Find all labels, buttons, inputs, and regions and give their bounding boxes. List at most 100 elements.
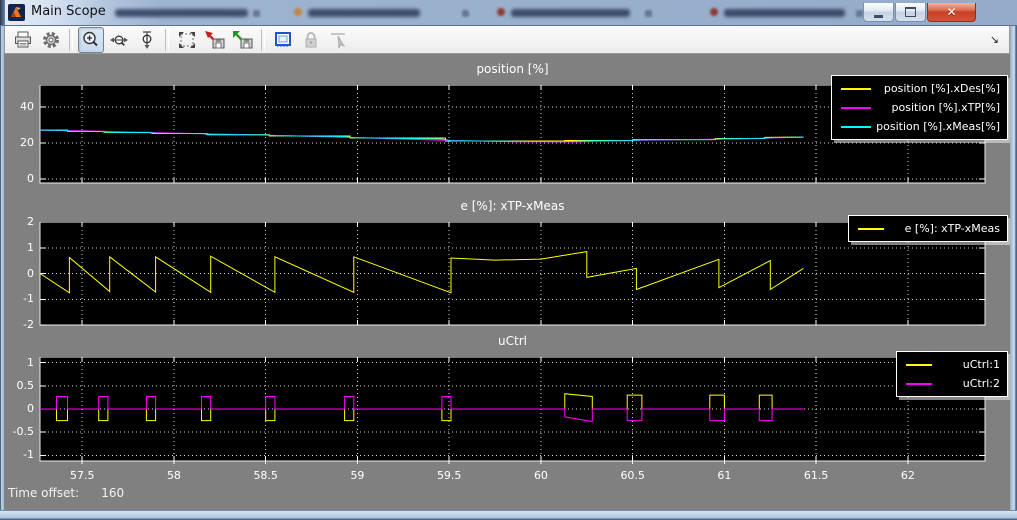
x-tick-label: 60.5 bbox=[611, 469, 655, 482]
y-tick-label: 0 bbox=[2, 267, 34, 280]
scope-window: { "window": { "title": "Main Scope" }, "… bbox=[0, 0, 1017, 520]
y-tick-label: 0 bbox=[2, 402, 34, 415]
gear-icon bbox=[41, 30, 61, 50]
restore-axes-icon bbox=[232, 30, 254, 50]
y-tick-label: 0.5 bbox=[2, 379, 34, 392]
legend-label: position [%].xMeas[%] bbox=[876, 120, 1000, 133]
status-bar: Time offset: 160 bbox=[8, 486, 124, 500]
zoom-y-icon bbox=[137, 30, 157, 50]
legend-label: position [%].xDes[%] bbox=[884, 82, 1000, 95]
signal-pointer-icon bbox=[329, 30, 349, 50]
legend-line-sample bbox=[841, 107, 871, 109]
legend-line-sample bbox=[841, 126, 871, 128]
matlab-icon bbox=[8, 4, 25, 21]
title-bar[interactable]: Main Scope ✕ bbox=[0, 0, 1017, 26]
legend-label: position [%].xTP[%] bbox=[892, 101, 1001, 114]
legend-line-sample bbox=[906, 383, 932, 385]
toolbar-overflow-icon[interactable]: ↘ bbox=[990, 33, 999, 46]
y-tick-label: 2 bbox=[2, 215, 34, 228]
plot-title: uCtrl bbox=[40, 334, 985, 348]
lock-axes-button[interactable] bbox=[298, 27, 324, 53]
tab-close-icon bbox=[645, 10, 652, 17]
toolbar-separator bbox=[69, 29, 73, 51]
legend-entry: e [%]: xTP-xMeas bbox=[858, 219, 1000, 238]
scope-plot-area[interactable]: Time offset:160 position [%]02040positio… bbox=[0, 54, 1017, 510]
time-offset-value: 160 bbox=[101, 486, 124, 500]
x-tick-label: 58.5 bbox=[244, 469, 288, 482]
x-tick-label: 61 bbox=[702, 469, 746, 482]
zoom-button[interactable] bbox=[78, 27, 104, 53]
zoom-y-button[interactable] bbox=[134, 27, 160, 53]
restore-axes-button[interactable] bbox=[230, 27, 256, 53]
window-border-left bbox=[0, 25, 4, 520]
tab-favicon bbox=[497, 8, 505, 16]
toolbar-separator bbox=[261, 29, 265, 51]
window-border-right bbox=[1010, 25, 1017, 520]
window-corner bbox=[0, 0, 5, 25]
window-title: Main Scope bbox=[31, 4, 106, 19]
plot-title: e [%]: xTP-xMeas bbox=[40, 199, 985, 213]
legend-entry: position [%].xTP[%] bbox=[841, 98, 1000, 117]
y-tick-label: -2 bbox=[2, 318, 34, 331]
maximize-button[interactable] bbox=[895, 3, 926, 22]
tab-favicon bbox=[710, 8, 718, 16]
legend-line-sample bbox=[858, 228, 884, 230]
zoom-in-icon bbox=[81, 30, 101, 50]
tab-favicon bbox=[294, 8, 302, 16]
background-tab bbox=[308, 9, 420, 17]
y-tick-label: 1 bbox=[2, 356, 34, 369]
print-button[interactable] bbox=[10, 27, 36, 53]
background-tab bbox=[115, 9, 248, 17]
time-offset-label: Time offset: bbox=[8, 486, 79, 500]
legend-label: uCtrl:2 bbox=[963, 377, 1000, 390]
lock-icon bbox=[301, 30, 321, 50]
y-tick-label: 40 bbox=[2, 100, 34, 113]
legend-line-sample bbox=[906, 364, 932, 366]
x-tick-label: 60 bbox=[519, 469, 563, 482]
maximize-icon bbox=[905, 7, 916, 17]
legend-box[interactable]: position [%].xDes[%] position [%].xTP[%] p… bbox=[831, 75, 1008, 140]
window-border-bottom bbox=[0, 510, 1017, 520]
y-tick-label: 0 bbox=[2, 172, 34, 185]
legend-box[interactable]: e [%]: xTP-xMeas bbox=[848, 215, 1008, 242]
x-tick-label: 57.5 bbox=[60, 469, 104, 482]
close-icon: ✕ bbox=[946, 6, 956, 18]
y-tick-label: 1 bbox=[2, 241, 34, 254]
close-button[interactable]: ✕ bbox=[927, 3, 976, 22]
tab-close-icon bbox=[253, 10, 260, 17]
legend-line-sample bbox=[841, 88, 871, 90]
highlight-block-icon bbox=[273, 30, 293, 50]
save-axes-button[interactable] bbox=[202, 27, 228, 53]
toolbar-separator bbox=[165, 29, 169, 51]
autoscale-button[interactable] bbox=[174, 27, 200, 53]
x-tick-label: 58 bbox=[152, 469, 196, 482]
y-tick-label: -0.5 bbox=[2, 425, 34, 438]
legend-label: e [%]: xTP-xMeas bbox=[905, 222, 1000, 235]
printer-icon bbox=[13, 30, 33, 50]
y-tick-label: -1 bbox=[2, 292, 34, 305]
legend-entry: uCtrl:1 bbox=[906, 355, 1000, 374]
tab-close-icon bbox=[462, 10, 469, 17]
background-tab bbox=[724, 9, 845, 17]
scope-toolbar: ↘ bbox=[4, 25, 1010, 54]
zoom-x-button[interactable] bbox=[106, 27, 132, 53]
legend-label: uCtrl:1 bbox=[963, 358, 1000, 371]
y-tick-label: -1 bbox=[2, 448, 34, 461]
legend-entry: position [%].xMeas[%] bbox=[841, 117, 1000, 136]
minimize-button[interactable] bbox=[863, 3, 894, 22]
background-tab bbox=[511, 9, 630, 17]
signal-selection-button[interactable] bbox=[326, 27, 352, 53]
x-tick-label: 61.5 bbox=[794, 469, 838, 482]
highlight-block-button[interactable] bbox=[270, 27, 296, 53]
plot-title: position [%] bbox=[40, 62, 985, 76]
x-tick-label: 62 bbox=[886, 469, 930, 482]
x-tick-label: 59 bbox=[335, 469, 379, 482]
legend-box[interactable]: uCtrl:1 uCtrl:2 bbox=[896, 351, 1008, 397]
autoscale-icon bbox=[177, 30, 197, 50]
minimize-icon bbox=[874, 15, 883, 18]
legend-entry: uCtrl:2 bbox=[906, 374, 1000, 393]
parameters-button[interactable] bbox=[38, 27, 64, 53]
tab-close-icon bbox=[856, 10, 863, 17]
x-tick-label: 59.5 bbox=[427, 469, 471, 482]
plot-canvas-3[interactable] bbox=[0, 357, 1017, 471]
